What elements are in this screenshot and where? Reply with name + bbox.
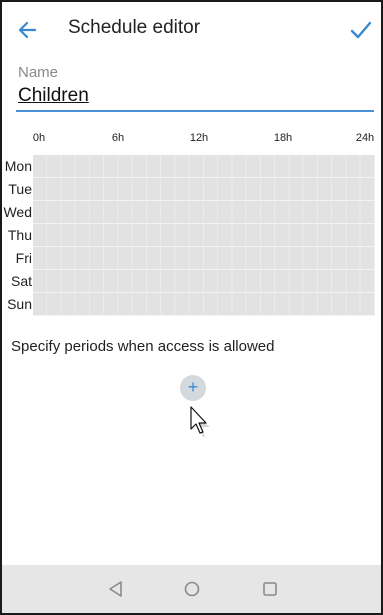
nav-back-button[interactable] — [106, 579, 126, 599]
day-label-fri: Fri — [15, 250, 32, 266]
day-label-mon: Mon — [4, 158, 32, 174]
day-label-tue: Tue — [8, 181, 32, 197]
circle-home-icon — [184, 581, 200, 597]
hour-label: 6h — [111, 132, 125, 144]
hint-text: Specify periods when access is allowed — [11, 338, 275, 355]
checkmark-icon — [350, 21, 372, 39]
day-labels: Mon Tue Wed Thu Fri Sat Sun — [2, 155, 33, 316]
schedule-grid[interactable] — [33, 155, 375, 316]
page-title: Schedule editor — [68, 17, 201, 38]
nav-recents-button[interactable] — [260, 579, 280, 599]
triangle-back-icon — [109, 581, 122, 597]
day-label-thu: Thu — [7, 227, 32, 243]
hour-axis: 0h 6h 12h 18h 24h — [2, 132, 381, 146]
add-period-button[interactable]: + — [180, 375, 206, 401]
hour-label: 0h — [32, 132, 46, 144]
hour-label: 24h — [355, 132, 375, 144]
screen: Schedule editor Name 0h 6h 12h 18h 24h M… — [0, 0, 383, 615]
hour-label: 18h — [273, 132, 293, 144]
confirm-button[interactable] — [345, 14, 377, 46]
plus-icon: + — [187, 377, 199, 397]
name-label: Name — [18, 64, 59, 81]
system-nav-bar — [2, 565, 381, 613]
day-label-sun: Sun — [7, 296, 32, 312]
square-recents-icon — [263, 582, 277, 596]
arrow-left-icon — [18, 21, 37, 39]
nav-home-button[interactable] — [182, 579, 202, 599]
back-button[interactable] — [12, 14, 44, 46]
day-label-sat: Sat — [10, 273, 32, 289]
mouse-pointer-icon — [190, 406, 210, 437]
hour-label: 12h — [189, 132, 209, 144]
day-label-wed: Wed — [3, 204, 32, 220]
name-input[interactable] — [16, 82, 374, 112]
app-bar: Schedule editor — [2, 2, 381, 58]
